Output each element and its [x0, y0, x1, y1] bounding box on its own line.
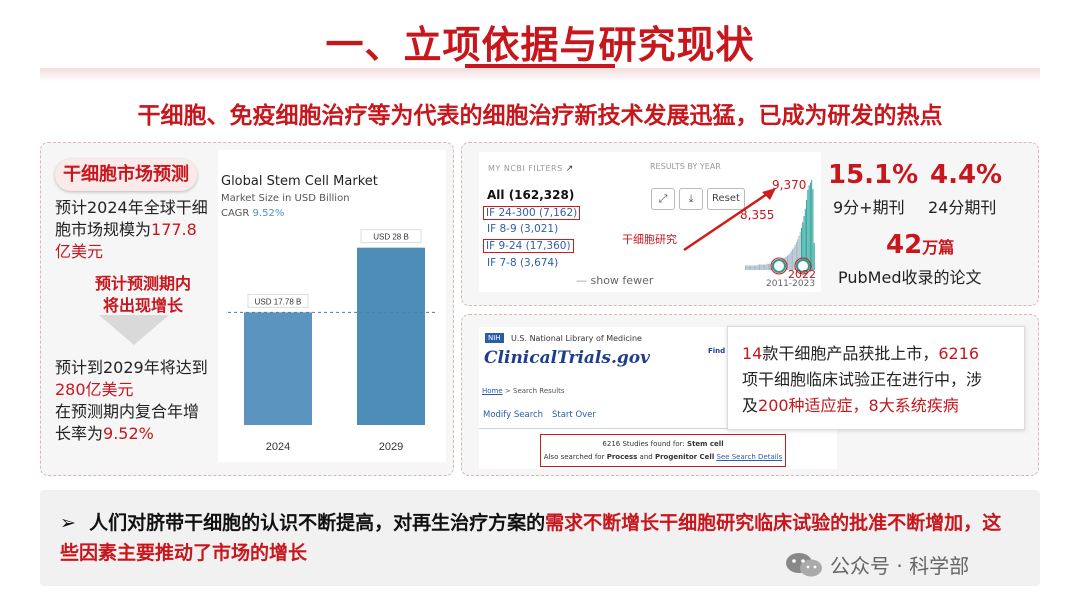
- watermark: 公众号 · 科学部: [784, 550, 969, 579]
- show-fewer-link[interactable]: — show fewer: [576, 274, 653, 287]
- year-range-label: 2011-2023: [766, 279, 816, 289]
- stat-9plus-label: 9分+期刊: [833, 198, 905, 217]
- bar-chart-plot: USD 17.78 B 2024 USD 28 B 2029: [228, 229, 436, 453]
- hist-bar: [755, 265, 757, 270]
- category-label-2029: 2029: [379, 441, 403, 453]
- down-arrow-icon: [99, 315, 169, 345]
- title-underline: [465, 64, 615, 68]
- nih-logo: NIH: [485, 333, 504, 343]
- stat-24-value: 4.4%: [930, 160, 1003, 190]
- chart-cagr: CAGR 9.52%: [221, 208, 285, 219]
- stat-24-label: 24分期刊: [928, 198, 997, 217]
- filter-if-9-24[interactable]: IF 9-24 (17,360): [483, 239, 574, 253]
- hist-bar: [745, 265, 746, 270]
- market-forecast-badge: 干细胞市场预测: [55, 159, 197, 191]
- hist-bar: [761, 264, 763, 270]
- bullet-arrow-icon: ➢: [60, 512, 76, 534]
- hist-bar: [750, 265, 752, 270]
- nlm-text: U.S. National Library of Medicine: [511, 334, 642, 343]
- search-result-box: 6216 Studies found for: Stem cell Also s…: [540, 434, 786, 467]
- filter-if-7-8[interactable]: IF 7-8 (3,674): [487, 257, 558, 269]
- filter-all[interactable]: All (162,328): [487, 188, 574, 202]
- hist-bar: [748, 265, 750, 270]
- chart-title: Global Stem Cell Market: [221, 174, 378, 189]
- stat-9plus-value: 15.1%: [828, 160, 919, 190]
- expand-icon[interactable]: ⤢: [651, 188, 675, 210]
- stem-cell-research-label: 干细胞研究: [622, 233, 677, 246]
- chart-subtitle: Market Size in USD Billion: [221, 193, 350, 204]
- hist-bar: [762, 264, 764, 270]
- start-over-tab[interactable]: Start Over: [552, 410, 596, 420]
- hist-bar: [764, 264, 766, 270]
- hist-bar: [753, 265, 755, 270]
- breadcrumb: Home > Search Results: [482, 387, 565, 395]
- page-subtitle: 干细胞、免疫细胞治疗等为代表的细胞治疗新技术发展迅猛，已成为研发的热点: [137, 103, 943, 129]
- value-label-2024: USD 17.78 B: [255, 297, 302, 306]
- find-link[interactable]: Find: [708, 347, 725, 355]
- clinicaltrials-logo[interactable]: ClinicalTrials.gov: [484, 348, 650, 368]
- wechat-icon: [786, 552, 822, 576]
- value-label-2029: USD 28 B: [373, 233, 409, 242]
- page-title: 一、立项依据与研究现状: [325, 23, 755, 67]
- market-size-2024-text: 预计2024年全球干细 胞市场规模为177.8 亿美元: [55, 198, 208, 261]
- hist-bar: [756, 265, 758, 270]
- ncbi-filters-head: MY NCBI FILTERS ↗: [488, 164, 574, 174]
- stat-pubmed-value: 42万篇: [886, 230, 955, 260]
- hist-bar: [752, 265, 754, 270]
- results-by-year-head: RESULTS BY YEAR: [650, 162, 721, 171]
- hist-bar: [760, 264, 762, 270]
- filter-if-24-300[interactable]: IF 24-300 (7,162): [483, 206, 581, 220]
- clinical-summary-callout: 14款干细胞产品获批上市，6216 项干细胞临床试验正在进行中，涉 及200种适…: [727, 326, 1025, 430]
- stat-pubmed-label: PubMed收录的论文: [838, 268, 982, 287]
- hist-bar: [766, 263, 768, 270]
- market-size-2029-text: 预计到2029年将达到 280亿美元 在预测期内复合年增 长率为9.52%: [55, 358, 208, 443]
- hist-bar: [746, 265, 748, 270]
- bar-2029: [357, 247, 425, 425]
- hist-bar: [759, 264, 760, 270]
- growth-note: 预计预测期内 将出现增长: [94, 274, 191, 315]
- hist-bar: [747, 265, 749, 270]
- hist-bar: [757, 264, 759, 270]
- bar-2024: [244, 312, 312, 425]
- see-search-details-link[interactable]: See Search Details: [716, 453, 782, 461]
- external-link-icon: ↗: [565, 164, 574, 174]
- filter-if-8-9[interactable]: IF 8-9 (3,021): [487, 223, 558, 235]
- hist-bar: [765, 264, 767, 270]
- hist-bar: [767, 263, 769, 270]
- modify-search-tab[interactable]: Modify Search: [483, 410, 543, 420]
- breadcrumb-home[interactable]: Home: [482, 387, 503, 395]
- title-band: [40, 68, 1040, 82]
- category-label-2024: 2024: [266, 441, 290, 453]
- hist-bar: [751, 265, 753, 270]
